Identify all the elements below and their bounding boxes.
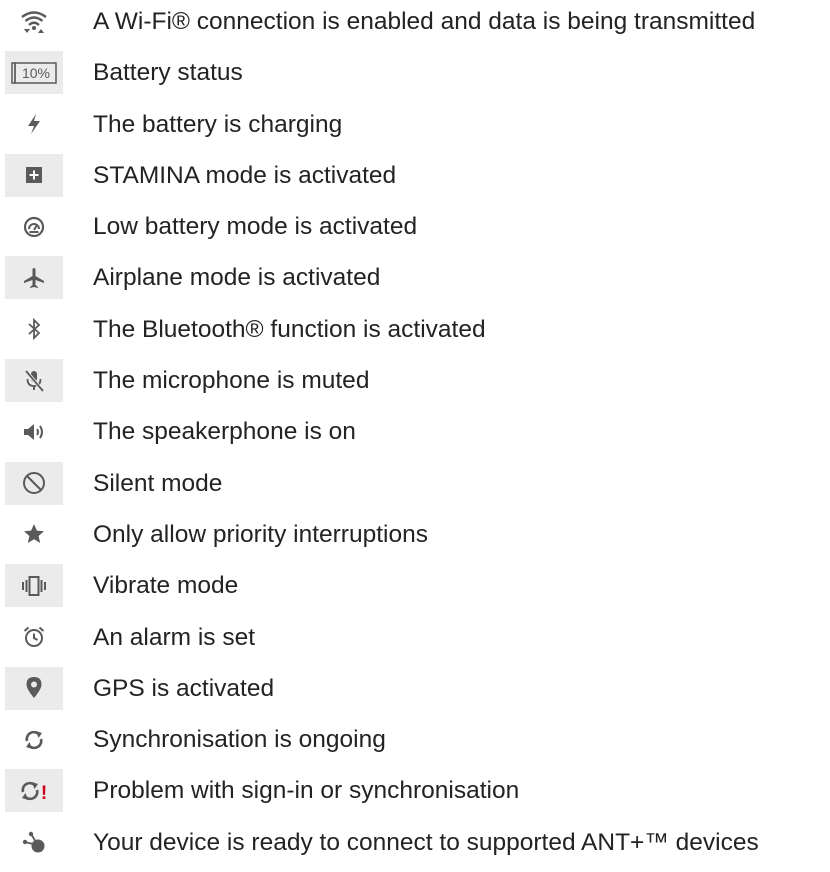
low-battery-mode-icon xyxy=(5,205,63,248)
sync-icon xyxy=(5,718,63,761)
list-item-label: STAMINA mode is activated xyxy=(93,161,397,189)
list-item-label: Problem with sign-in or synchronisation xyxy=(93,777,520,805)
list-item: 10% Battery status xyxy=(0,51,830,102)
list-item: The battery is charging xyxy=(0,103,830,154)
speakerphone-icon xyxy=(5,410,63,453)
battery-percent-text: 10% xyxy=(22,65,50,81)
status-icon-list: A Wi-Fi® connection is enabled and data … xyxy=(0,0,830,872)
list-item: STAMINA mode is activated xyxy=(0,153,830,205)
list-item: Silent mode xyxy=(0,461,830,513)
list-item-label: The speakerphone is on xyxy=(93,418,356,446)
list-item: The microphone is muted xyxy=(0,359,830,410)
list-item-label: Vibrate mode xyxy=(93,572,239,600)
list-item: Only allow priority interruptions xyxy=(0,513,830,564)
vibrate-mode-icon xyxy=(5,564,63,608)
stamina-mode-icon xyxy=(5,153,63,197)
list-item: The speakerphone is on xyxy=(0,410,830,461)
ant-plus-icon xyxy=(5,821,63,864)
list-item: Vibrate mode xyxy=(0,564,830,615)
sync-problem-alert-mark: ! xyxy=(41,783,47,802)
list-item-label: Only allow priority interruptions xyxy=(93,520,428,548)
list-item: ! Problem with sign-in or synchronisatio… xyxy=(0,769,830,820)
silent-mode-icon xyxy=(5,461,63,505)
list-item-label: The battery is charging xyxy=(93,110,343,138)
list-item-label: A Wi-Fi® connection is enabled and data … xyxy=(93,8,756,35)
alarm-clock-icon xyxy=(5,616,63,659)
list-item-label: Your device is ready to connect to suppo… xyxy=(93,828,759,856)
list-item-label: Airplane mode is activated xyxy=(93,264,381,292)
priority-star-icon xyxy=(5,513,63,556)
battery-status-icon: 10% xyxy=(5,51,63,95)
list-item: A Wi-Fi® connection is enabled and data … xyxy=(0,0,830,51)
wifi-data-icon xyxy=(5,0,63,43)
list-item-label: Synchronisation is ongoing xyxy=(93,726,386,754)
bluetooth-icon xyxy=(5,308,63,351)
microphone-muted-icon xyxy=(5,359,63,403)
list-item-label: GPS is activated xyxy=(93,674,275,702)
list-item-label: Battery status xyxy=(93,59,243,87)
list-item-label: Low battery mode is activated xyxy=(93,213,418,241)
airplane-mode-icon xyxy=(5,256,63,300)
list-item-label: The microphone is muted xyxy=(93,367,370,395)
list-item: Synchronisation is ongoing xyxy=(0,718,830,769)
list-item: Airplane mode is activated xyxy=(0,256,830,307)
list-item: An alarm is set xyxy=(0,616,830,667)
battery-charging-icon xyxy=(5,103,63,146)
list-item-label: An alarm is set xyxy=(93,623,256,651)
list-item-label: The Bluetooth® function is activated xyxy=(93,315,486,343)
list-item-label: Silent mode xyxy=(93,469,223,497)
list-item: Your device is ready to connect to suppo… xyxy=(0,821,830,872)
list-item: Low battery mode is activated xyxy=(0,205,830,256)
list-item: GPS is activated xyxy=(0,666,830,718)
sync-problem-icon: ! xyxy=(5,769,63,813)
list-item: The Bluetooth® function is activated xyxy=(0,308,830,359)
gps-location-icon xyxy=(5,666,63,710)
